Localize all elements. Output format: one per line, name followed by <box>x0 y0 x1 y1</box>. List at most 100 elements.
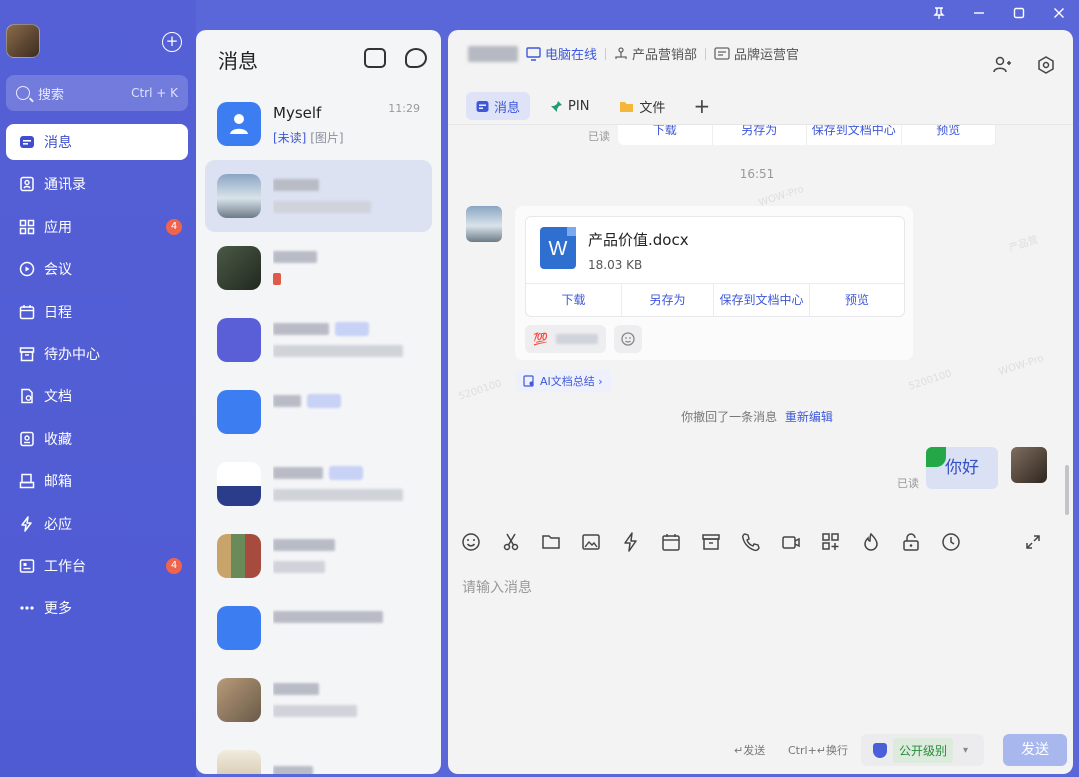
recall-text: 你撤回了一条消息 <box>681 410 778 424</box>
search-shortcut: Ctrl + K <box>131 86 178 100</box>
conversation-item[interactable] <box>205 664 432 736</box>
read-status: 已读 <box>897 477 919 490</box>
conversation-item[interactable] <box>205 736 432 774</box>
conversation-avatar <box>217 318 261 362</box>
calendar-icon[interactable] <box>661 532 681 552</box>
nav-item-meeting[interactable]: 会议 <box>6 251 188 287</box>
burn-after-reading-icon[interactable] <box>861 532 881 552</box>
expand-icon[interactable] <box>1023 532 1043 552</box>
save-as-button[interactable]: 另存为 <box>622 284 714 316</box>
conversation-avatar <box>217 678 261 722</box>
save-as-button[interactable]: 另存为 <box>713 125 807 145</box>
nav-item-label: 待办中心 <box>44 346 100 363</box>
inbox-icon[interactable] <box>364 48 386 68</box>
my-avatar[interactable] <box>6 24 40 58</box>
conversation-item[interactable] <box>205 520 432 592</box>
conversation-avatar <box>217 462 261 506</box>
left-nav: + 搜索 Ctrl + K 消息 通讯录 应用 4 会议 日程 待办中心 文档 … <box>0 0 196 777</box>
add-reaction-icon[interactable] <box>613 325 642 353</box>
archive-icon[interactable] <box>701 532 721 552</box>
conversation-item[interactable] <box>205 376 432 448</box>
recall-notice: 你撤回了一条消息 重新编辑 <box>448 408 1066 425</box>
online-status-label: 电脑在线 <box>545 48 598 63</box>
nav-item-label: 必应 <box>44 516 72 533</box>
search-input[interactable]: 搜索 Ctrl + K <box>6 75 188 111</box>
close-icon[interactable] <box>1039 0 1079 26</box>
message-input[interactable]: 请输入消息 <box>462 577 532 597</box>
security-level-select[interactable]: 公开级别 ▾ <box>861 734 984 766</box>
clock-icon[interactable] <box>941 532 961 552</box>
org-icon <box>615 46 627 59</box>
image-icon[interactable] <box>581 532 601 552</box>
minimize-icon[interactable] <box>959 0 999 26</box>
conversation-title: 消息 <box>218 48 258 73</box>
tab-files[interactable]: 文件 <box>609 92 675 120</box>
file-card[interactable]: W 产品价值.docx 18.03 KB 下载 另存为 保存到文档中心 预览 <box>525 216 905 317</box>
nav-item-messages[interactable]: 消息 <box>6 124 188 160</box>
tab-label: PIN <box>568 98 590 114</box>
role-label: 品牌运营官 <box>734 48 800 63</box>
nav-item-calendar[interactable]: 日程 <box>6 294 188 330</box>
search-placeholder: 搜索 <box>38 87 65 103</box>
send-shortcut-hint: ↵发送 <box>734 744 766 757</box>
chat-panel: 电脑在线 产品营销部 品牌运营官 消息 PIN 文件 + WOW-Pro 520… <box>448 30 1073 774</box>
nav-item-label: 收藏 <box>44 431 72 448</box>
download-button[interactable]: 下载 <box>618 125 713 145</box>
send-button[interactable]: 发送 <box>1003 734 1067 766</box>
preview-button[interactable]: 预览 <box>902 125 996 145</box>
add-member-icon[interactable] <box>991 54 1013 76</box>
conversation-item[interactable] <box>205 232 432 304</box>
scrollbar[interactable] <box>1065 465 1069 515</box>
preview-button[interactable]: 预览 <box>810 284 904 316</box>
apps-add-icon[interactable] <box>821 532 841 552</box>
video-icon[interactable] <box>781 532 801 552</box>
save-to-doc-center-button[interactable]: 保存到文档中心 <box>714 284 810 316</box>
add-tab-icon[interactable]: + <box>693 94 710 118</box>
newline-shortcut-hint: Ctrl+↵换行 <box>788 744 849 757</box>
pin-window-icon[interactable] <box>919 0 959 26</box>
nav-item-contacts[interactable]: 通讯录 <box>6 166 188 202</box>
emoji-icon[interactable] <box>461 532 481 552</box>
nav-item-more[interactable]: 更多 <box>6 590 188 626</box>
conversation-item[interactable] <box>205 160 432 232</box>
my-avatar[interactable] <box>1011 447 1047 483</box>
ai-summary-label: AI文档总结 › <box>540 375 603 388</box>
nav-item-favorites[interactable]: 收藏 <box>6 421 188 457</box>
nav-item-label: 应用 <box>44 219 72 236</box>
re-edit-link[interactable]: 重新编辑 <box>785 410 833 424</box>
nav-item-ding[interactable]: 必应 <box>6 506 188 542</box>
nav-item-label: 消息 <box>44 135 72 151</box>
nav-item-label: 邮箱 <box>44 474 72 491</box>
nav-item-docs[interactable]: 文档 <box>6 378 188 414</box>
lightning-icon[interactable] <box>621 532 641 552</box>
download-button[interactable]: 下载 <box>526 284 622 316</box>
nav-list: 消息 通讯录 应用 4 会议 日程 待办中心 文档 收藏 邮箱 必应 工作台 4… <box>6 124 188 633</box>
composer-footer: ↵发送 Ctrl+↵换行 公开级别 ▾ 发送 <box>448 734 1073 766</box>
nav-item-workbench[interactable]: 工作台 4 <box>6 548 188 584</box>
nav-item-todo[interactable]: 待办中心 <box>6 336 188 372</box>
maximize-icon[interactable] <box>999 0 1039 26</box>
add-icon[interactable]: + <box>162 32 182 52</box>
outgoing-message[interactable]: 你好 <box>926 447 998 489</box>
reaction[interactable]: 💯 <box>525 325 606 353</box>
nav-item-label: 通讯录 <box>44 177 86 194</box>
tab-pin[interactable]: PIN <box>540 92 599 120</box>
conversation-item[interactable] <box>205 304 432 376</box>
nav-item-apps[interactable]: 应用 4 <box>6 209 188 245</box>
conversation-item[interactable] <box>205 592 432 664</box>
save-to-doc-center-button[interactable]: 保存到文档中心 <box>807 125 902 145</box>
folder-icon[interactable] <box>541 532 561 552</box>
search-icon <box>16 86 30 100</box>
tab-messages[interactable]: 消息 <box>466 92 531 120</box>
screenshot-icon[interactable] <box>501 532 521 552</box>
mail-icon <box>18 472 36 490</box>
settings-icon[interactable] <box>1035 54 1057 76</box>
phone-icon[interactable] <box>741 532 761 552</box>
conversation-item-myself[interactable]: Myself [未读] [图片] 11:29 <box>205 88 432 160</box>
nav-item-mail[interactable]: 邮箱 <box>6 463 188 499</box>
sender-avatar[interactable] <box>466 206 502 242</box>
lock-icon[interactable] <box>901 532 921 552</box>
new-chat-icon[interactable] <box>405 48 427 68</box>
ai-summary-button[interactable]: AI文档总结 › <box>515 370 611 392</box>
conversation-item[interactable] <box>205 448 432 520</box>
